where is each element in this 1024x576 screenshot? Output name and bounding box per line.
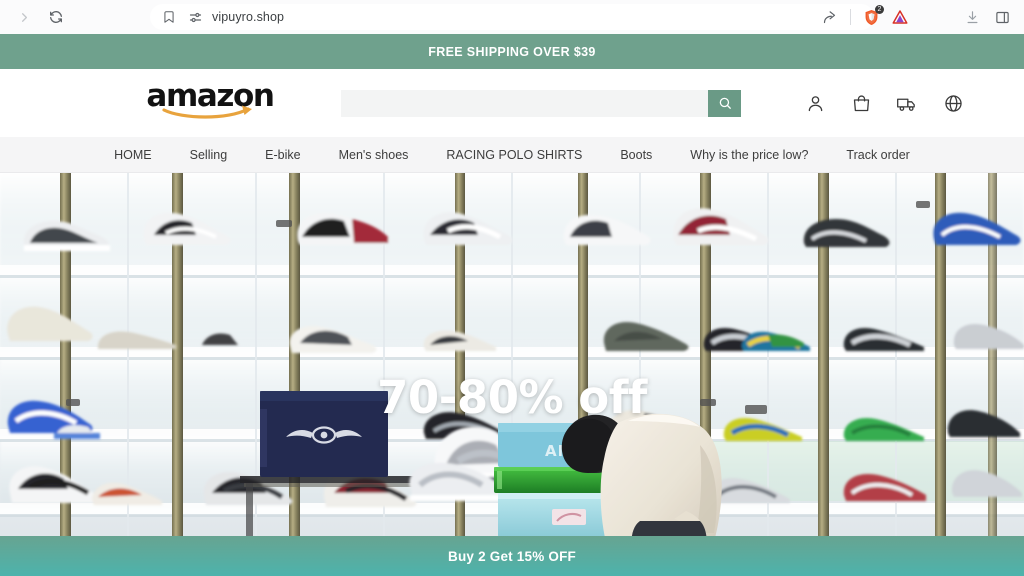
browser-nav-buttons — [10, 3, 70, 31]
search-icon — [719, 97, 731, 109]
top-promo-text: FREE SHIPPING OVER $39 — [428, 44, 596, 59]
forward-arrow-icon[interactable] — [10, 3, 38, 31]
account-icon[interactable] — [804, 92, 826, 114]
nav-item-selling[interactable]: Selling — [171, 137, 247, 173]
triangle-extension-icon[interactable] — [886, 3, 914, 31]
reload-icon[interactable] — [42, 3, 70, 31]
nav-item-home[interactable]: HOME — [95, 137, 171, 173]
address-bar[interactable]: vipuyro.shop — [150, 4, 874, 30]
bottom-promo-banner: Buy 2 Get 15% OFF — [0, 536, 1024, 576]
bottom-promo-text: Buy 2 Get 15% OFF — [448, 548, 576, 564]
main-navigation: HOME Selling E-bike Men's shoes RACING P… — [0, 137, 1024, 173]
nav-item-track-order[interactable]: Track order — [827, 137, 928, 173]
shield-blocked-count: 2 — [875, 5, 884, 14]
brave-shield-icon[interactable]: 2 — [858, 4, 884, 30]
site-header: amazon — [0, 69, 1024, 137]
toolbar-divider — [850, 9, 851, 25]
search-button[interactable] — [708, 89, 741, 117]
bookmark-icon[interactable] — [160, 8, 178, 26]
share-icon[interactable] — [815, 3, 843, 31]
shopping-bag-icon[interactable] — [850, 92, 872, 114]
url-text[interactable]: vipuyro.shop — [212, 10, 284, 24]
nav-item-ebike[interactable]: E-bike — [246, 137, 319, 173]
nav-item-boots[interactable]: Boots — [601, 137, 671, 173]
nav-item-racing-polo-shirts[interactable]: RACING POLO SHIRTS — [427, 137, 601, 173]
delivery-truck-icon[interactable] — [896, 92, 918, 114]
amazon-logo[interactable]: amazon — [146, 81, 275, 125]
header-icon-group — [804, 92, 964, 114]
hero-image: AMAZON — [0, 173, 1024, 536]
search-bar — [341, 89, 741, 117]
nav-item-mens-shoes[interactable]: Men's shoes — [320, 137, 428, 173]
download-icon[interactable] — [958, 3, 986, 31]
top-promo-banner: FREE SHIPPING OVER $39 — [0, 34, 1024, 69]
sidebar-panel-icon[interactable] — [988, 3, 1016, 31]
browser-toolbar: vipuyro.shop 2 — [0, 0, 1024, 34]
site-settings-sliders-icon[interactable] — [186, 8, 204, 26]
nav-item-why-is-the-price-low[interactable]: Why is the price low? — [671, 137, 827, 173]
browser-right-actions: 2 — [815, 3, 1016, 31]
hero-banner[interactable]: AMAZON — [0, 173, 1024, 536]
search-input[interactable] — [341, 89, 708, 117]
logo-swoosh-icon — [162, 104, 258, 125]
globe-language-icon[interactable] — [942, 92, 964, 114]
